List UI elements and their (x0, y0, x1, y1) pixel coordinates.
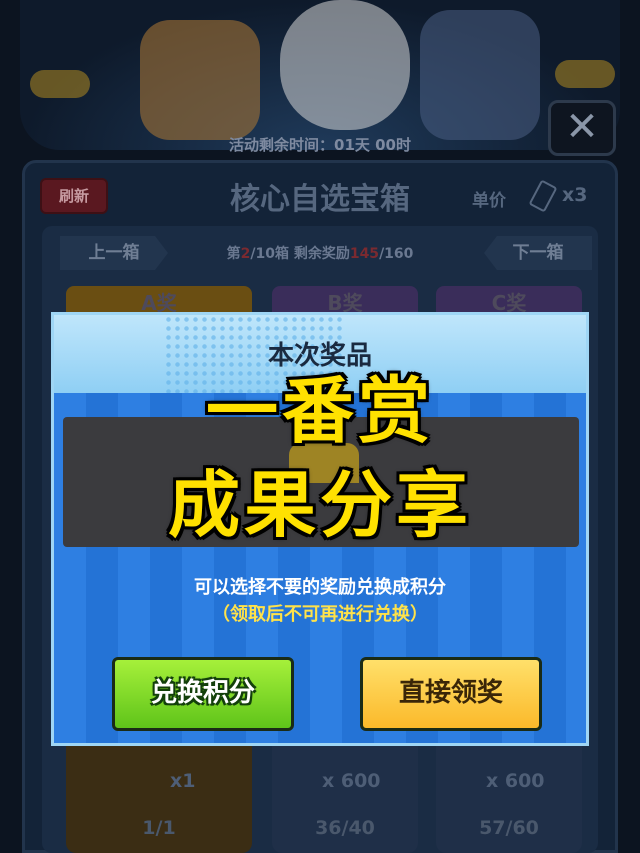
overlay-subtitle: 成果分享 (167, 463, 472, 547)
overlay-title: 一番赏 (205, 369, 434, 453)
progress-remaining: 145 (349, 246, 380, 262)
progress-prefix: 第 (226, 246, 241, 262)
character-art-left (140, 20, 260, 140)
coin-icon (30, 70, 90, 98)
stock-c: 57/60 (479, 817, 539, 839)
stock-b: 36/40 (315, 817, 375, 839)
event-time-left: 活动剩余时间：01天 00时 (229, 136, 411, 154)
character-art-center (280, 0, 410, 130)
progress-middle: /10箱 剩余奖励 (250, 246, 350, 262)
character-art-right (420, 10, 540, 140)
exchange-points-button[interactable]: 兑换积分 (112, 657, 294, 731)
box-progress: 第2/10箱 剩余奖励145/160 (0, 243, 640, 263)
event-banner (20, 0, 620, 150)
coin-icon (555, 60, 615, 88)
stock-a: 1/1 (142, 817, 176, 839)
progress-total: /160 (379, 246, 414, 262)
reward-count-b: x 600 (322, 770, 381, 792)
progress-current-box: 2 (240, 246, 251, 262)
price-label: 单价 (472, 191, 506, 211)
reward-count-a: x1 (170, 770, 196, 792)
reward-count-c: x 600 (486, 770, 545, 792)
claim-reward-button[interactable]: 直接领奖 (360, 657, 542, 731)
price-quantity: x3 (562, 184, 588, 206)
close-button[interactable]: ✕ (548, 100, 616, 156)
exchange-hint: 可以选择不要的奖励兑换成积分 (194, 577, 446, 598)
exchange-warning: （领取后不可再进行兑换） (212, 604, 428, 625)
